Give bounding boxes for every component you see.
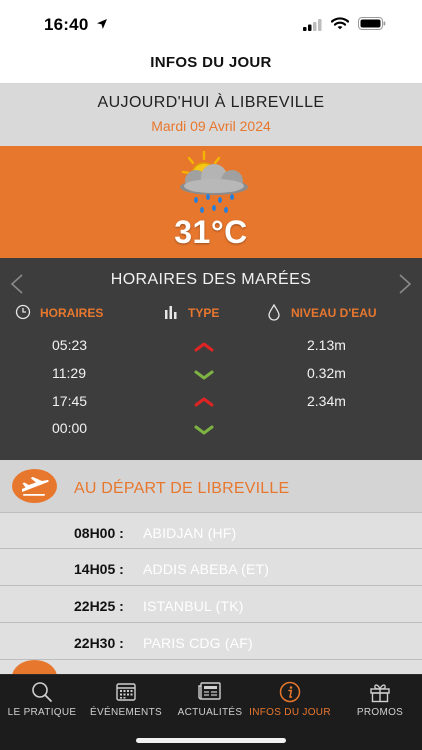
battery-icon	[358, 17, 386, 30]
flight-time: 08H00 :	[74, 525, 124, 541]
calendar-icon	[116, 683, 136, 701]
tides-title: HORAIRES DES MARÉES	[110, 271, 312, 288]
flight-destination: ISTANBUL (TK)	[143, 598, 244, 614]
tide-level: 0.32m	[307, 365, 346, 381]
cellular-signal-icon	[303, 19, 322, 31]
departures-header: AU DÉPART DE LIBREVILLE	[0, 460, 422, 512]
tab-label: ÉVÉNEMENTS	[90, 707, 162, 718]
partly-cloudy-rain-icon	[180, 150, 248, 213]
status-bar: 16:40	[0, 0, 422, 46]
location-arrow-icon	[97, 19, 107, 29]
flight-destination: ADDIS ABEBA (ET)	[143, 561, 270, 577]
tide-time: 17:45	[52, 393, 88, 409]
tide-time: 05:23	[52, 337, 88, 353]
tab-label: INFOS DU JOUR	[249, 707, 331, 718]
tab-label: LE PRATIQUE	[7, 707, 77, 718]
flight-time: 22H30 :	[74, 635, 124, 651]
tides-panel: HORAIRES DES MARÉES HORAIRES TYPE NIVEAU…	[0, 258, 422, 460]
flight-row[interactable]: 08H00 : ABIDJAN (HF)	[0, 512, 422, 549]
flight-time: 14H05 :	[74, 561, 124, 577]
flight-row[interactable]: 22H30 : PARIS CDG (AF)	[0, 623, 422, 660]
tide-time: 00:00	[52, 420, 88, 436]
tab-label: PROMOS	[356, 707, 404, 718]
flight-destination: ABIDJAN (HF)	[143, 525, 237, 541]
temperature: 31°C	[174, 214, 248, 250]
high-tide-arrow-icon	[194, 397, 214, 407]
tab-evenements[interactable]: ÉVÉNEMENTS	[84, 675, 168, 727]
wifi-icon	[331, 17, 349, 30]
water-drop-icon	[268, 304, 280, 321]
tide-time: 11:29	[52, 365, 86, 381]
flight-destination: PARIS CDG (AF)	[143, 635, 253, 651]
tab-promos[interactable]: PROMOS	[338, 675, 422, 727]
newspaper-icon	[198, 682, 221, 700]
tide-level: 2.34m	[307, 393, 346, 409]
search-icon	[32, 682, 52, 702]
tab-actualites[interactable]: ACTUALITÉS	[168, 675, 252, 727]
airplane-takeoff-icon	[22, 477, 49, 496]
weather-panel: 31°C	[0, 146, 422, 258]
flight-time: 22H25 :	[74, 598, 124, 614]
departures-title: AU DÉPART DE LIBREVILLE	[74, 480, 290, 497]
tide-level: 2.13m	[307, 337, 346, 353]
tab-le-pratique[interactable]: LE PRATIQUE	[0, 675, 84, 727]
home-indicator[interactable]	[136, 738, 286, 743]
column-horaires: HORAIRES	[40, 306, 104, 320]
chevron-right-icon[interactable]	[398, 274, 412, 294]
column-type: TYPE	[188, 306, 220, 320]
nav-header: INFOS DU JOUR	[0, 46, 422, 84]
bar-chart-icon	[165, 306, 177, 319]
flight-row[interactable]: 14H05 : ADDIS ABEBA (ET)	[0, 549, 422, 586]
city-title: AUJOURD'HUI À LIBREVILLE	[97, 94, 325, 111]
departures-section: AU DÉPART DE LIBREVILLE 08H00 : ABIDJAN …	[0, 460, 422, 674]
today-date: Mardi 09 Avril 2024	[151, 118, 271, 134]
next-section-badge	[12, 660, 57, 674]
info-icon	[279, 681, 301, 703]
gift-icon	[370, 684, 390, 703]
high-tide-arrow-icon	[194, 342, 214, 352]
plane-badge	[12, 469, 57, 503]
flight-row[interactable]: 22H25 : ISTANBUL (TK)	[0, 586, 422, 623]
column-niveau: NIVEAU D'EAU	[291, 306, 377, 320]
low-tide-arrow-icon	[194, 370, 214, 380]
page-title: INFOS DU JOUR	[150, 54, 272, 71]
tab-label: ACTUALITÉS	[177, 707, 243, 718]
tab-infos-du-jour[interactable]: INFOS DU JOUR	[248, 675, 332, 727]
today-section: AUJOURD'HUI À LIBREVILLE Mardi 09 Avril …	[0, 84, 422, 146]
low-tide-arrow-icon	[194, 425, 214, 435]
status-time: 16:40	[44, 15, 89, 34]
clock-icon	[15, 304, 31, 320]
